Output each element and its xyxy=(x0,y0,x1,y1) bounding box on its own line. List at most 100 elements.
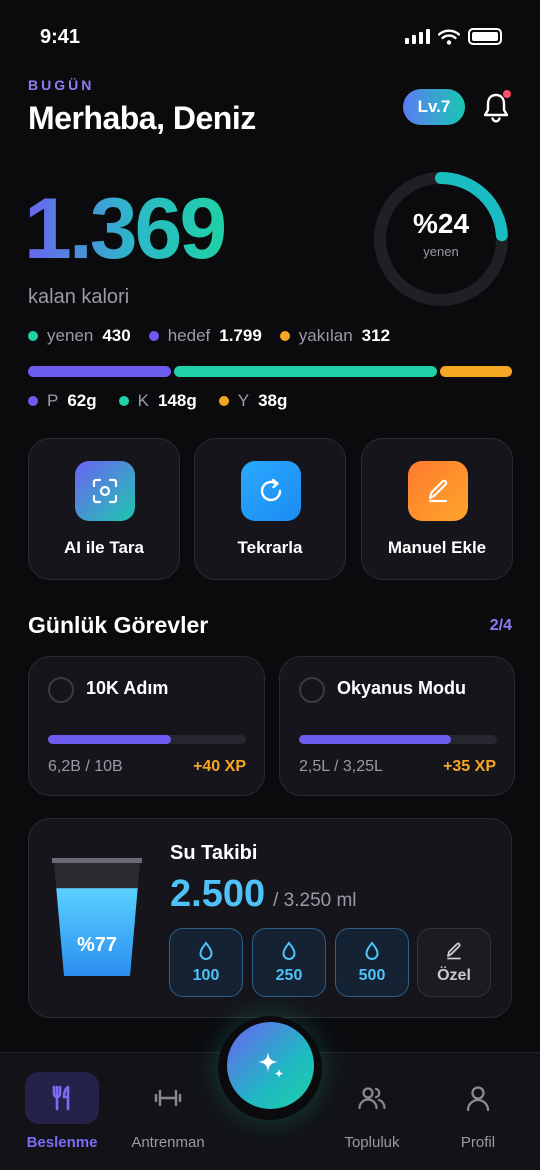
quest-checkbox[interactable] xyxy=(299,677,325,703)
fork-knife-icon xyxy=(52,1085,70,1111)
pencil-icon xyxy=(447,942,461,959)
quest-progress-fill xyxy=(48,735,171,744)
tab-icon-background xyxy=(131,1072,205,1124)
legend-dot xyxy=(218,396,229,406)
remaining-calories-label: kalan kalori xyxy=(28,286,130,308)
quest-xp: +40 XP xyxy=(193,758,246,775)
macro-value: 38g xyxy=(258,391,288,410)
water-fill-level xyxy=(54,888,140,976)
quest-progress-fill xyxy=(299,735,452,744)
pencil-icon xyxy=(408,461,468,521)
battery-icon xyxy=(468,28,502,45)
remaining-calories: 1.369 xyxy=(24,181,227,277)
macro-segment-fat xyxy=(440,366,513,377)
water-current: 2.500 xyxy=(170,873,266,915)
calorie-legend: yenen 430 hedef 1.799 yakılan 312 xyxy=(28,326,408,346)
water-drop-icon xyxy=(199,940,213,960)
level-badge[interactable]: Lv.7 xyxy=(403,89,465,125)
ai-assistant-fab[interactable] xyxy=(227,1022,314,1109)
quest-xp: +35 XP xyxy=(443,758,496,775)
add-water-custom-button[interactable]: Özel xyxy=(417,928,491,997)
macro-segment-protein xyxy=(28,366,172,377)
legend-label: yenen xyxy=(47,326,94,345)
water-target: / 3.250 ml xyxy=(273,890,357,911)
macro-fat: Y 38g xyxy=(218,391,288,411)
people-icon xyxy=(358,1087,386,1110)
quest-checkbox[interactable] xyxy=(48,677,74,703)
tab-label: Antrenman xyxy=(131,1134,205,1151)
macro-value: 148g xyxy=(157,391,197,410)
macro-value: 62g xyxy=(67,391,97,410)
legend-dot xyxy=(28,331,38,341)
quest-title: 10K Adım xyxy=(86,678,169,698)
quests-title: Günlük Görevler xyxy=(28,612,209,638)
tab-profile[interactable]: Profil xyxy=(428,1060,528,1151)
sparkle-icon xyxy=(257,1051,283,1078)
notification-dot xyxy=(503,90,511,98)
water-drop-icon xyxy=(282,940,296,960)
add-water-250-button[interactable]: 250 xyxy=(252,928,326,997)
legend-dot xyxy=(118,396,129,406)
ai-scan-button[interactable]: AI ile Tara xyxy=(28,438,180,580)
dumbbell-icon xyxy=(154,1089,182,1107)
tab-workout[interactable]: Antrenman xyxy=(118,1060,218,1151)
greeting-title: Merhaba, Deniz xyxy=(28,100,256,136)
ring-percent: %24 xyxy=(412,208,470,239)
quest-title: Okyanus Modu xyxy=(337,678,467,698)
water-drop-icon xyxy=(365,940,379,960)
tab-community[interactable]: Topluluk xyxy=(322,1060,422,1151)
signal-icon xyxy=(405,29,430,44)
macro-segment-carb xyxy=(174,366,438,377)
ring-subtitle: yenen xyxy=(423,244,459,259)
water-percent: %77 xyxy=(76,934,118,956)
quest-progress-text: 2,5L / 3,25L xyxy=(299,758,383,775)
macro-label: Y xyxy=(237,391,250,410)
add-water-100-button[interactable]: 100 xyxy=(169,928,243,997)
legend-dot xyxy=(279,331,290,341)
manual-add-button[interactable]: Manuel Ekle xyxy=(361,438,513,580)
legend-label: hedef xyxy=(167,326,211,345)
repeat-button[interactable]: Tekrarla xyxy=(194,438,346,580)
legend-dot xyxy=(148,331,159,341)
quests-count[interactable]: 2/4 xyxy=(490,617,512,635)
legend-burned: yakılan 312 xyxy=(279,326,390,346)
legend-value: 1.799 xyxy=(219,326,262,345)
legend-label: yakılan xyxy=(298,326,353,345)
manual-add-label: Manuel Ekle xyxy=(387,538,487,557)
macro-protein: P 62g xyxy=(28,391,97,411)
tab-icon-background xyxy=(25,1072,99,1124)
quest-card-ocean[interactable]: Okyanus Modu 2,5L / 3,25L +35 XP xyxy=(279,656,515,796)
legend-dot xyxy=(28,396,38,406)
water-button-label: Özel xyxy=(437,966,471,984)
tab-label: Profil xyxy=(460,1134,496,1151)
macro-carb: K 148g xyxy=(118,391,197,411)
tab-label: Topluluk xyxy=(344,1134,400,1151)
date-eyebrow: BUGÜN xyxy=(28,77,95,93)
repeat-icon xyxy=(241,461,301,521)
macro-label: P xyxy=(47,391,59,410)
legend-goal: hedef 1.799 xyxy=(148,326,262,346)
add-water-500-button[interactable]: 500 xyxy=(335,928,409,997)
quest-progress-track xyxy=(299,735,497,744)
person-icon xyxy=(466,1086,490,1112)
tab-icon-background xyxy=(441,1072,515,1124)
quest-card-steps[interactable]: 10K Adım 6,2B / 10B +40 XP xyxy=(28,656,265,796)
legend-value: 430 xyxy=(102,326,131,345)
tab-label: Beslenme xyxy=(26,1134,98,1151)
water-glass-icon xyxy=(52,858,142,976)
macro-bar xyxy=(28,366,513,377)
water-button-label: 100 xyxy=(192,966,220,984)
macro-legend: P 62g K 148g Y 38g xyxy=(28,391,309,411)
status-time: 9:41 xyxy=(40,26,81,48)
water-button-label: 250 xyxy=(275,966,303,984)
macro-label: K xyxy=(137,391,149,410)
water-amount: 2.500 / 3.250 ml xyxy=(170,873,357,916)
water-button-label: 500 xyxy=(358,966,386,984)
quest-progress-text: 6,2B / 10B xyxy=(48,758,123,775)
repeat-label: Tekrarla xyxy=(237,538,303,557)
water-title: Su Takibi xyxy=(170,842,258,864)
ai-scan-label: AI ile Tara xyxy=(64,538,144,557)
tab-nutrition[interactable]: Beslenme xyxy=(12,1060,112,1151)
tab-icon-background xyxy=(335,1072,409,1124)
legend-eaten: yenen 430 xyxy=(28,326,131,346)
